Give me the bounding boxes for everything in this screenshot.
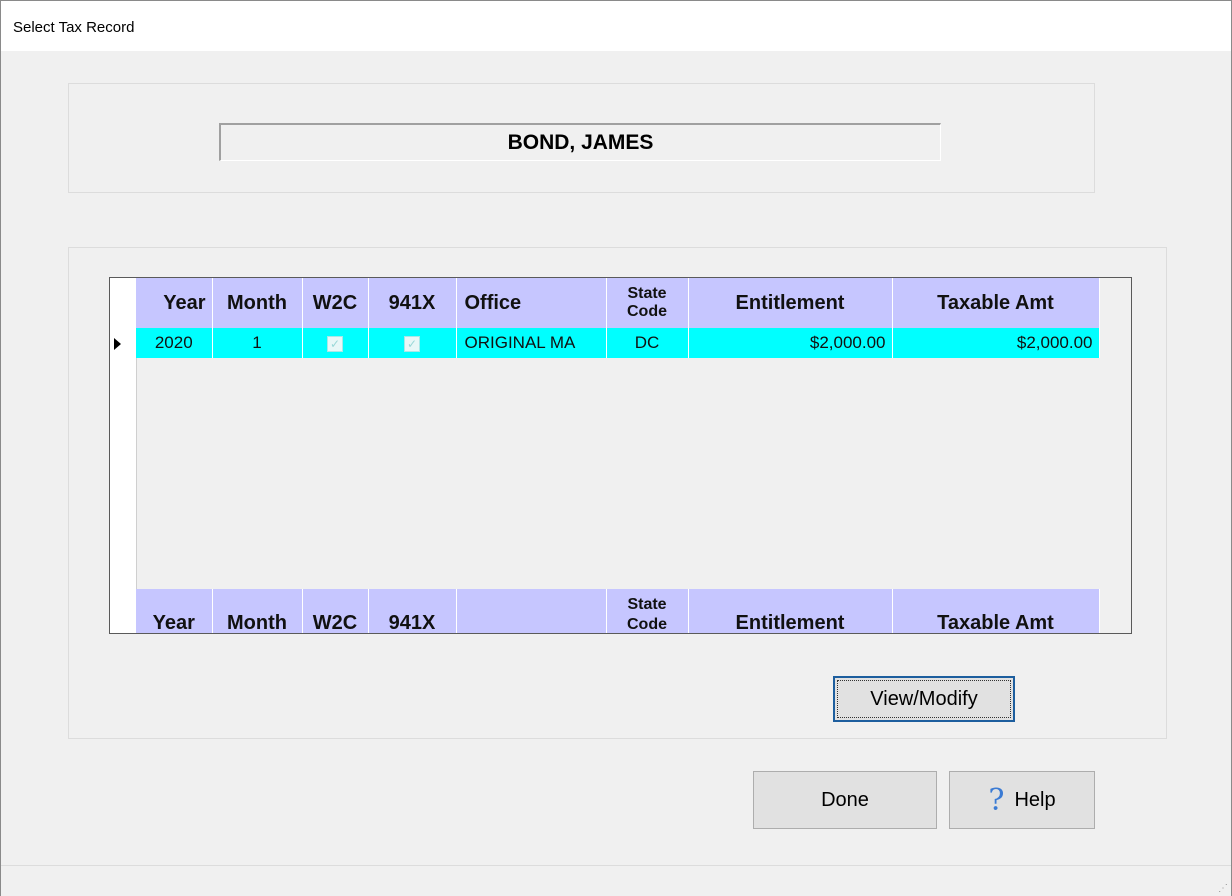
- cell-entitlement[interactable]: $2,000.00: [688, 328, 893, 358]
- footer-entitlement: Entitlement: [688, 589, 893, 633]
- cell-state-code[interactable]: DC: [606, 328, 689, 358]
- state-code-header-line2: Code: [627, 303, 667, 320]
- footer-month: Month: [212, 589, 303, 633]
- col-header-taxable-amt[interactable]: Taxable Amt: [892, 278, 1100, 328]
- footer-taxable-amt: Taxable Amt: [892, 589, 1100, 633]
- status-bar: ⋰: [1, 865, 1231, 896]
- footer-year: Year: [136, 589, 213, 633]
- question-mark-icon: ?: [988, 782, 1005, 818]
- state-code-header-line1: State: [627, 285, 667, 302]
- table-row[interactable]: 2020 1 ✓ ✓ ORIGINAL MA DC $2,000.00 $2,0…: [136, 328, 1100, 358]
- resize-grip-icon[interactable]: ⋰: [1218, 884, 1228, 894]
- view-modify-button[interactable]: View/Modify: [833, 676, 1015, 722]
- col-header-office[interactable]: Office: [456, 278, 607, 328]
- cell-office[interactable]: ORIGINAL MA: [456, 328, 607, 358]
- grid-header-row: Year Month W2C 941X Office State Code Ent…: [136, 278, 1100, 328]
- help-button[interactable]: ? Help: [949, 771, 1095, 829]
- employee-name: BOND, JAMES: [219, 123, 941, 161]
- title-bar: Select Tax Record: [1, 1, 1231, 51]
- footer-941x: 941X: [368, 589, 457, 633]
- footer-state-code: State Code: [606, 589, 689, 633]
- 941x-checkbox[interactable]: ✓: [404, 336, 420, 352]
- cell-941x[interactable]: ✓: [368, 328, 457, 358]
- col-header-state-code[interactable]: State Code: [606, 278, 689, 328]
- footer-state-code-line2: Code: [627, 616, 667, 633]
- col-header-entitlement[interactable]: Entitlement: [688, 278, 893, 328]
- col-header-941x[interactable]: 941X: [368, 278, 457, 328]
- footer-w2c: W2C: [302, 589, 369, 633]
- row-pointer-icon: [114, 338, 121, 350]
- done-button[interactable]: Done: [753, 771, 937, 829]
- tax-records-grid[interactable]: Year Month W2C 941X Office State Code Ent…: [109, 277, 1132, 634]
- help-button-label: Help: [1014, 788, 1056, 811]
- cell-taxable-amt[interactable]: $2,000.00: [892, 328, 1100, 358]
- cell-year[interactable]: 2020: [136, 328, 213, 358]
- select-tax-record-window: Select Tax Record BOND, JAMES Year Month…: [0, 0, 1232, 896]
- grid-table: Year Month W2C 941X Office State Code Ent…: [136, 278, 1100, 358]
- employee-name-panel: BOND, JAMES: [68, 83, 1095, 193]
- window-title: Select Tax Record: [13, 19, 135, 36]
- w2c-checkbox[interactable]: ✓: [327, 336, 343, 352]
- grid-footer-row: Year Month W2C 941X State Code Entitlemen…: [136, 589, 1100, 633]
- cell-w2c[interactable]: ✓: [302, 328, 369, 358]
- footer-state-code-line1: State: [627, 596, 667, 613]
- row-selector-column[interactable]: [110, 278, 137, 633]
- cell-month[interactable]: 1: [212, 328, 303, 358]
- col-header-month[interactable]: Month: [212, 278, 303, 328]
- footer-office: [456, 589, 607, 633]
- col-header-w2c[interactable]: W2C: [302, 278, 369, 328]
- col-header-year[interactable]: Year: [136, 278, 213, 328]
- grid-footer-table: Year Month W2C 941X State Code Entitlemen…: [136, 589, 1100, 633]
